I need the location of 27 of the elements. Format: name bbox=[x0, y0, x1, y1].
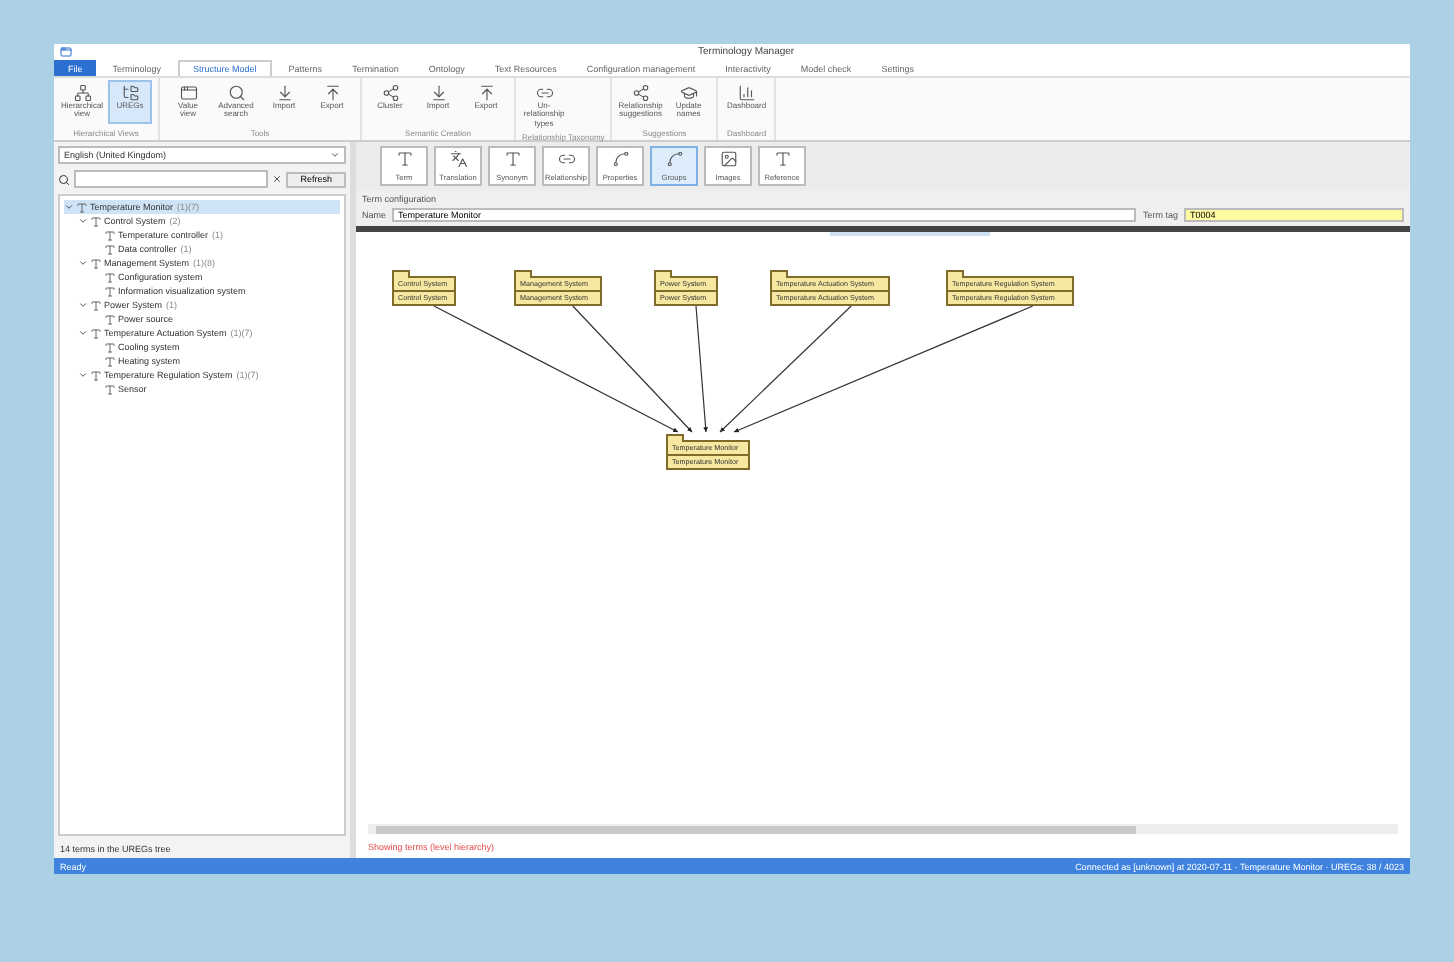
bar-chart-icon bbox=[737, 84, 756, 102]
graduation-cap-icon bbox=[679, 84, 698, 102]
upload-icon bbox=[323, 84, 341, 102]
translate-icon bbox=[449, 150, 467, 168]
window-icon bbox=[179, 84, 197, 102]
horizontal-scrollbar[interactable] bbox=[368, 824, 1398, 834]
curve-icon bbox=[665, 150, 683, 168]
search-icon bbox=[227, 84, 245, 102]
nodes-icon bbox=[381, 84, 399, 102]
splitter-handle[interactable] bbox=[830, 232, 991, 236]
download-icon bbox=[275, 84, 293, 102]
download-icon bbox=[429, 84, 447, 102]
upload-icon bbox=[477, 84, 495, 102]
search-field[interactable] bbox=[74, 170, 269, 188]
letter-t-icon bbox=[503, 150, 521, 168]
letter-t-icon bbox=[773, 150, 791, 168]
nodes-icon bbox=[631, 84, 650, 102]
letter-t-icon bbox=[395, 150, 413, 168]
image-icon bbox=[719, 150, 737, 168]
link-icon bbox=[535, 84, 553, 102]
chevron-down-icon bbox=[330, 150, 340, 160]
search-icon[interactable] bbox=[58, 173, 70, 185]
curve-icon bbox=[611, 150, 629, 168]
app-icon bbox=[60, 46, 72, 58]
link-icon bbox=[557, 150, 575, 168]
hierarchy-icon bbox=[73, 84, 91, 102]
tree-icon bbox=[121, 84, 139, 102]
